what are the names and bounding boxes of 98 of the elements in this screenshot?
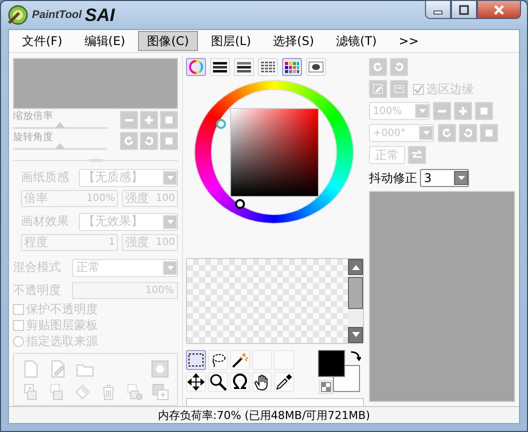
selection-rect-icon	[187, 350, 205, 369]
rotate-right-icon	[143, 134, 155, 147]
slider-label: 缩放倍率	[13, 111, 54, 122]
menu-item[interactable]: 滤镜(T)	[327, 31, 386, 51]
scrollbar[interactable]	[348, 259, 363, 343]
clear-selection-button[interactable]	[369, 80, 387, 98]
zoom-out-button[interactable]	[433, 102, 451, 120]
close-icon	[493, 4, 505, 14]
swatch-grid[interactable]	[187, 259, 348, 343]
magic-wand-icon	[231, 350, 249, 369]
layer-add-icon[interactable]	[152, 382, 169, 401]
background-color-swatch[interactable]	[333, 364, 360, 392]
minimize-button[interactable]	[425, 0, 451, 19]
reset-button[interactable]	[160, 111, 178, 130]
scroll-down-button[interactable]	[348, 326, 363, 343]
maximize-button[interactable]	[451, 0, 477, 19]
square-icon	[163, 114, 175, 126]
omega-rotate-icon	[231, 372, 249, 391]
swap-arrow-icon[interactable]	[349, 350, 361, 362]
menu-item[interactable]: 图像(C)	[138, 31, 198, 51]
plus-icon	[143, 114, 155, 126]
square-icon	[483, 127, 495, 139]
menu-item[interactable]: 图层(L)	[202, 31, 260, 51]
status-text: 内存负荷率:70% (已用48MB/可用721MB)	[158, 408, 370, 422]
zoom-out-button[interactable]	[120, 111, 138, 130]
down-arrow-icon	[352, 332, 360, 338]
color-mode-tab[interactable]	[186, 58, 206, 76]
foreground-color-swatch[interactable]	[318, 350, 345, 377]
up-arrow-icon	[352, 264, 360, 270]
gradient-bars-icon	[236, 59, 252, 75]
dropdown-value: 100%	[373, 106, 402, 116]
page-merge-icon[interactable]	[48, 382, 65, 401]
zoom-in-button[interactable]	[140, 111, 158, 130]
mini-checker-icon	[321, 382, 331, 392]
menu-item[interactable]: 编辑(E)	[75, 31, 134, 51]
swap-arrows-icon	[411, 149, 423, 161]
magnifier-icon	[209, 372, 227, 391]
reset-colors-button[interactable]	[319, 380, 333, 394]
plus-icon	[457, 105, 469, 117]
flip-button[interactable]	[408, 146, 426, 164]
logo-title: SAI	[84, 4, 115, 26]
list-bars-icon	[260, 59, 276, 75]
rotate-left-icon	[441, 127, 453, 139]
rotate-right-button[interactable]	[459, 124, 477, 142]
page-copy-icon[interactable]	[126, 382, 143, 401]
rotate-left-icon	[372, 61, 384, 73]
new-page-icon[interactable]	[22, 360, 40, 378]
eyedropper-icon	[275, 372, 293, 391]
brush-tab-strip[interactable]	[186, 398, 364, 406]
ink-blot-icon	[308, 59, 324, 75]
swatch-grid-icon	[284, 59, 300, 75]
rotate-left-icon	[123, 134, 135, 147]
dropdown-value: 正常	[76, 259, 100, 276]
square-icon	[163, 134, 175, 147]
rotate-right-button[interactable]	[140, 132, 158, 150]
menu-item[interactable]: >>	[390, 31, 428, 51]
lime-logo-icon	[7, 4, 29, 26]
dashed-rectangle-icon	[393, 83, 405, 95]
menu-item[interactable]: 选择(S)	[264, 31, 324, 51]
logo-text: PaintTool	[32, 9, 82, 21]
move-arrows-icon	[187, 372, 205, 391]
scroll-thumb[interactable]	[348, 277, 363, 310]
color-mode-tab[interactable]	[282, 58, 302, 76]
page-transfer-icon[interactable]	[22, 382, 39, 401]
redo-button[interactable]	[390, 58, 408, 76]
hue-marker[interactable]	[216, 119, 226, 129]
zoom-in-button[interactable]	[454, 102, 472, 120]
dashed-square-icon	[372, 83, 384, 95]
dropdown-value: +000°	[373, 128, 406, 138]
eraser-page-icon[interactable]	[74, 382, 91, 401]
reset-button[interactable]	[160, 132, 178, 150]
slider-label: 旋转角度	[13, 132, 54, 143]
dropdown-value: 3	[424, 171, 432, 185]
mask-square-icon[interactable]	[151, 360, 169, 378]
scroll-up-button[interactable]	[348, 259, 363, 276]
trash-icon[interactable]	[100, 382, 117, 401]
reset-button[interactable]	[475, 102, 493, 120]
menu-item[interactable]: 文件(F)	[13, 31, 72, 51]
deselect-button[interactable]	[390, 80, 408, 98]
maximize-icon	[459, 4, 469, 14]
rotate-left-button[interactable]	[438, 124, 456, 142]
pencil-page-icon[interactable]	[49, 360, 67, 378]
three-bars-icon	[212, 59, 228, 75]
close-button[interactable]	[477, 0, 521, 19]
square-icon	[478, 105, 490, 117]
tool-button[interactable]	[186, 350, 206, 370]
color-marker[interactable]	[235, 199, 245, 209]
dropdown-value: 【无效果】	[83, 213, 143, 230]
color-wheel-icon	[188, 59, 204, 75]
rotate-right-icon	[462, 127, 474, 139]
field-label: 抖动修正	[369, 170, 417, 186]
stabilizer-dropdown[interactable]: 3	[420, 169, 469, 187]
reset-button[interactable]	[480, 124, 498, 142]
dropdown-value: 【无质感】	[83, 169, 143, 186]
tool-button[interactable]	[186, 372, 206, 392]
rotate-right-icon	[393, 61, 405, 73]
rotate-left-button[interactable]	[120, 132, 138, 150]
saturation-value-square[interactable]	[230, 108, 318, 197]
